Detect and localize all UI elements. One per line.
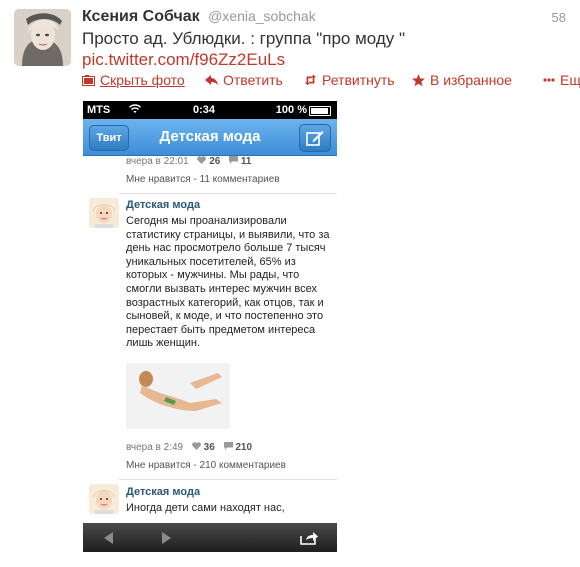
carrier-label: MTS	[87, 104, 111, 116]
author-name[interactable]: Ксения Собчак	[82, 8, 200, 25]
avatar-image	[14, 9, 71, 66]
tweet-header: Ксения Собчак @xenia_sobchak 58	[82, 8, 572, 30]
divider	[119, 479, 337, 480]
post-photo[interactable]	[126, 363, 230, 429]
post-author[interactable]: Детская мода	[126, 199, 200, 211]
star-icon	[412, 73, 425, 87]
share-icon[interactable]	[299, 530, 319, 546]
tweet-photo-link[interactable]: pic.twitter.com/f96Zz2EuLs	[82, 50, 285, 70]
comment-icon	[229, 156, 241, 167]
tweet-actions: Скрыть фото Ответить Ретвитнуть В избран…	[82, 72, 580, 90]
tweet-text: Просто ад. Ублюдки. : группа "про моду "	[82, 29, 406, 48]
first-post-time: вчера в 22:01	[126, 156, 189, 167]
first-post-likes: 26	[209, 156, 221, 167]
compose-button[interactable]	[299, 124, 331, 152]
favorite-label: В избранное	[430, 72, 512, 88]
first-post-comments: 11	[240, 156, 252, 167]
retweet-button[interactable]: Ретвитнуть	[304, 72, 395, 88]
battery-icon	[309, 106, 331, 116]
hide-photo-label: Скрыть фото	[100, 72, 185, 88]
avatar[interactable]	[14, 9, 71, 66]
author-handle[interactable]: @xenia_sobchak	[208, 8, 316, 24]
hide-photo-button[interactable]: Скрыть фото	[82, 72, 185, 88]
retweet-icon	[304, 74, 317, 87]
reply-button[interactable]: Ответить	[205, 72, 283, 88]
first-post-summary[interactable]: Мне нравится - 11 комментариев	[126, 174, 280, 185]
second-post-meta: вчера в 2:49 36 210	[126, 442, 252, 453]
phone-nav-bar: Твит Детская мода	[83, 119, 337, 156]
back-arrow-icon[interactable]	[101, 530, 117, 546]
first-post-meta: вчера в 22:01 26 11	[126, 156, 251, 167]
reply-label: Ответить	[223, 72, 283, 88]
heart-icon	[197, 156, 209, 167]
wifi-icon	[129, 104, 141, 117]
post-avatar[interactable]	[89, 484, 119, 514]
retweet-label: Ретвитнуть	[322, 72, 395, 88]
more-icon	[542, 74, 555, 87]
post-avatar[interactable]	[89, 198, 119, 228]
second-post-comments: 210	[235, 442, 253, 453]
post-author[interactable]: Детская мода	[126, 486, 200, 498]
heart-icon	[192, 442, 204, 453]
reply-icon	[205, 74, 218, 87]
favorite-button[interactable]: В избранное	[412, 72, 512, 88]
status-clock: 0:34	[193, 104, 216, 116]
tweet-timestamp[interactable]: 58	[552, 10, 566, 25]
compose-icon	[306, 131, 324, 146]
more-label: Ещё	[560, 72, 580, 88]
phone-status-bar: MTS 0:34 100 %	[83, 101, 337, 119]
post-text: Сегодня мы проанализировали статистику с…	[126, 215, 330, 350]
forward-arrow-icon[interactable]	[158, 530, 174, 546]
divider	[119, 193, 337, 194]
second-post-summary[interactable]: Мне нравится - 210 комментариев	[126, 460, 286, 471]
comment-icon	[223, 442, 236, 453]
second-post-time: вчера в 2:49	[126, 442, 184, 453]
photo-icon	[82, 74, 95, 87]
battery-percent: 100 %	[275, 104, 307, 116]
more-button[interactable]: Ещё	[542, 72, 580, 88]
phone-feed: вчера в 22:01 26 11 Мне нравится - 11 ко…	[83, 156, 337, 523]
phone-toolbar	[83, 523, 337, 552]
attached-photo[interactable]: MTS 0:34 100 % Твит Детская мода вчера в…	[83, 101, 337, 552]
second-post-likes: 36	[203, 442, 215, 453]
post-text: Иногда дети сами находят нас,	[126, 502, 285, 514]
